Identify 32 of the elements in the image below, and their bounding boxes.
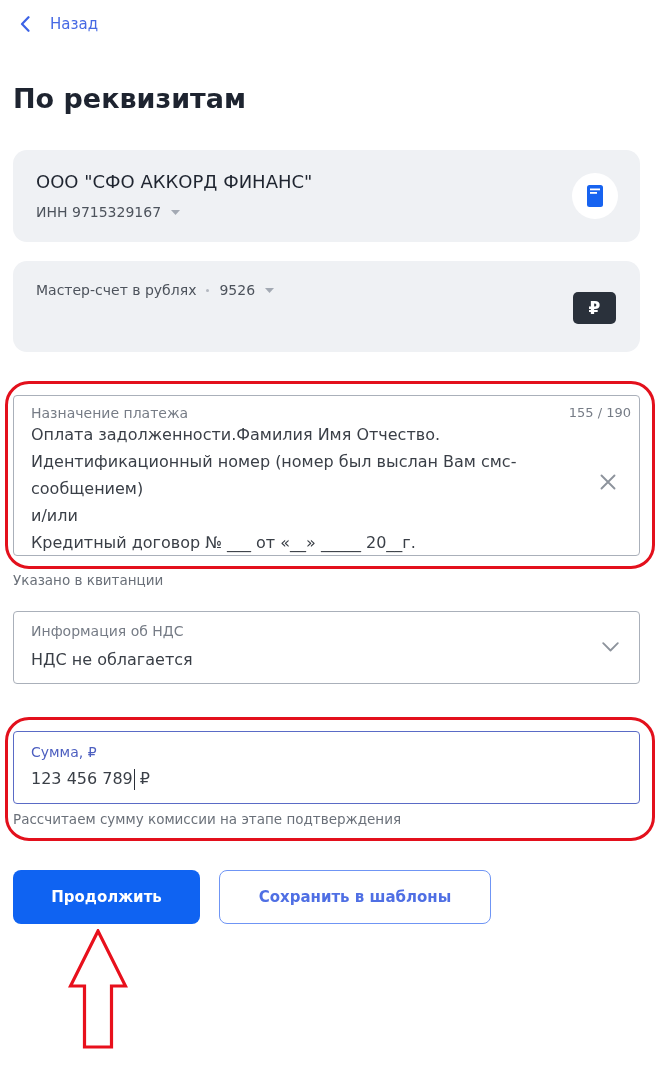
field-label: Назначение платежа [31, 405, 189, 421]
book-icon[interactable] [572, 173, 618, 219]
account-card[interactable]: Мастер-счет в рублях 9526 ₽ [13, 261, 640, 352]
text-cursor-icon [133, 768, 135, 790]
field-label: Сумма, ₽ [31, 743, 97, 761]
page-title: По реквизитам [13, 82, 248, 116]
back-link[interactable]: Назад [20, 14, 98, 34]
save-template-button[interactable]: Сохранить в шаблоны [219, 870, 491, 924]
recipient-card[interactable]: ООО "СФО АККОРД ФИНАНС" ИНН 9715329167 [13, 150, 640, 242]
field-hint: Рассчитаем сумму комиссии на этапе подтверждения [13, 811, 403, 828]
caret-icon [265, 287, 275, 293]
separator-dot-icon [206, 288, 210, 292]
field-value: 123 456 789 [31, 768, 133, 790]
clear-icon[interactable] [600, 473, 616, 490]
vat-select-field[interactable]: Информация об НДС НДС не облагается [13, 611, 640, 684]
inn-text: ИНН 9715329167 [36, 203, 162, 222]
back-chevron-icon [20, 16, 30, 32]
currency-sign: ₽ [139, 768, 150, 790]
account-name: Мастер-счет в рублях [36, 281, 197, 300]
caret-icon [171, 209, 181, 215]
payment-purpose-field[interactable]: Назначение платежа 155 / 190 Оплата задолженности.Фамилия Имя Отчество. Идентификационный номер (номер был выслан Вам смс- сообщением) и/или Кредитный договор № ___ от «__» _____ 20__г. [13, 395, 640, 556]
field-hint: Указано в квитанции [13, 572, 165, 589]
character-counter: 155 / 190 [568, 405, 631, 421]
account-number: 9526 [219, 281, 256, 300]
chevron-down-icon[interactable] [602, 642, 619, 652]
field-value: НДС не облагается [31, 649, 193, 671]
continue-button[interactable]: Продолжить [13, 870, 200, 924]
amount-field[interactable]: Сумма, ₽ 123 456 789 ₽ [13, 731, 640, 804]
currency-tile: ₽ [573, 292, 616, 324]
field-value: Оплата задолженности.Фамилия Имя Отчество. Идентификационный номер (номер был выслан Вам смс- сообщением) и/или Кредитный договор № ___ от «__» _____ 20__г. [31, 424, 518, 555]
company-name: ООО "СФО АККОРД ФИНАНС" [36, 170, 313, 194]
field-label: Информация об НДС [31, 622, 184, 640]
